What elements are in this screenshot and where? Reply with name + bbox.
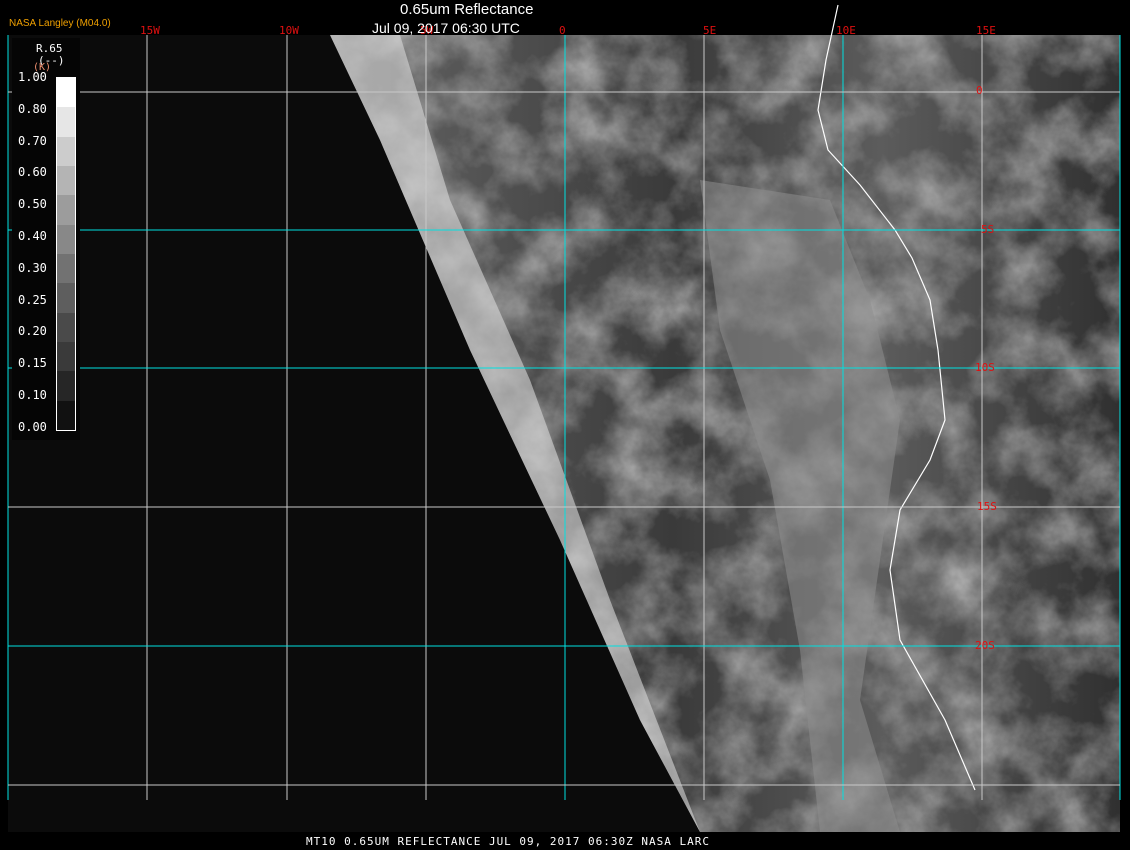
lon-label: 10E: [836, 24, 856, 37]
colorbar-step: [57, 253, 75, 284]
colorbar: R.65 (--) (K) 1.00 0.80 0.70 0.60 0.50 0.40 0.…: [12, 38, 80, 440]
satellite-map: 0.65um Reflectance Jul 09, 2017 06:30 UT…: [0, 0, 1130, 850]
colorbar-step: [57, 283, 75, 313]
satellite-image: [7, 4, 1121, 832]
lon-label: 0: [559, 24, 566, 37]
colorbar-tick-label: 0.10: [18, 388, 47, 402]
colorbar-tick-label: 0.15: [18, 356, 47, 371]
colorbar-step: [57, 107, 75, 137]
lat-label: 20S: [975, 639, 995, 652]
lon-label: 5E: [703, 24, 717, 37]
colorbar-tick-label: 0.50: [18, 197, 47, 212]
colorbar-tick-label: 0.30: [18, 260, 47, 275]
colorbar-tick-label: 0.40: [18, 229, 47, 243]
map-title: 0.65um Reflectance: [400, 1, 534, 18]
colorbar-step: [57, 136, 75, 166]
colorbar-step: [57, 312, 75, 342]
colorbar-tick-label: 1.00: [18, 70, 47, 84]
colorbar-step: [57, 400, 75, 430]
colorbar-tick-label: 0.70: [18, 133, 47, 148]
colorbar-step: [57, 341, 75, 372]
lat-label: 5S: [981, 223, 995, 236]
colorbar-tick-label: 0.20: [18, 324, 47, 339]
colorbar-step: [57, 195, 75, 225]
colorbar-tick-label: 0.80: [18, 101, 47, 116]
lon-label: 10W: [279, 24, 299, 37]
colorbar-step: [57, 371, 75, 401]
map-datetime: Jul 09, 2017 06:30 UTC: [372, 20, 520, 36]
lat-label: 10S: [975, 361, 995, 374]
lat-label: 0: [976, 84, 983, 97]
footer-caption: MT10 0.65UM REFLECTANCE JUL 09, 2017 06:…: [306, 835, 710, 848]
colorbar-step: [57, 165, 75, 196]
lon-label: 15E: [976, 24, 996, 37]
colorbar-step: [57, 224, 75, 254]
lon-label: 15W: [140, 24, 160, 37]
colorbar-tick-label: 0.00: [18, 419, 47, 434]
colorbar-scale: [56, 77, 76, 431]
credit-label: NASA Langley (M04.0): [9, 18, 111, 29]
colorbar-step: [57, 78, 75, 108]
lat-label: 15S: [977, 500, 997, 513]
colorbar-tick-label: 0.60: [18, 165, 47, 180]
colorbar-tick-label: 0.25: [18, 292, 47, 307]
